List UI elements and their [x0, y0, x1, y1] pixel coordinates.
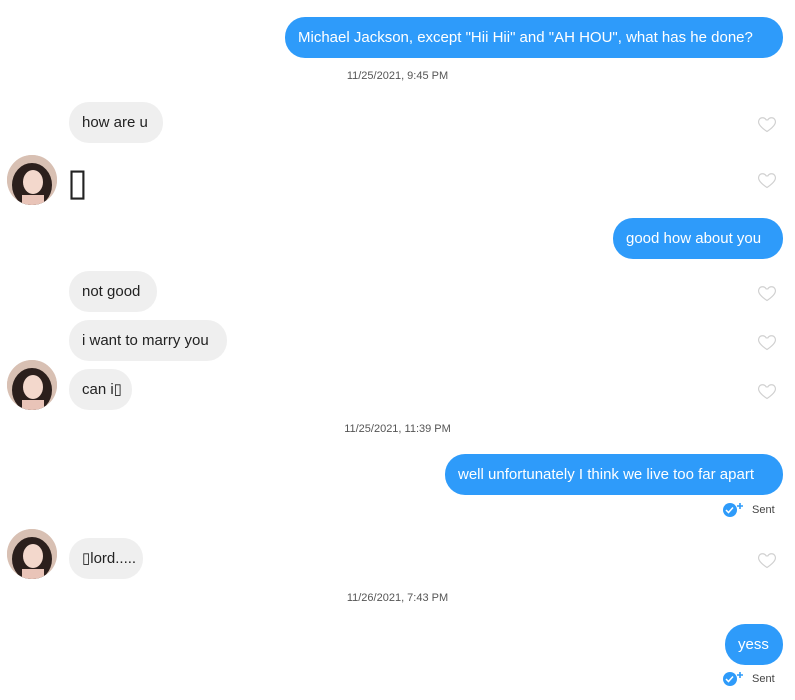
heart-icon[interactable]	[757, 170, 777, 190]
heart-icon[interactable]	[757, 114, 777, 134]
sent-check-icon	[723, 672, 743, 686]
outgoing-message[interactable]: yess	[725, 624, 783, 665]
incoming-message[interactable]: not good	[69, 271, 157, 312]
heart-icon[interactable]	[757, 283, 777, 303]
sent-status: Sent	[722, 671, 775, 687]
heart-icon[interactable]	[757, 332, 777, 352]
timestamp: 11/25/2021, 11:39 PM	[344, 423, 451, 435]
message-text: can i▯	[82, 380, 122, 398]
sent-label: Sent	[752, 673, 775, 685]
message-text: ▯lord.....	[82, 549, 137, 567]
sent-status: Sent	[722, 502, 775, 518]
avatar[interactable]	[7, 155, 57, 205]
avatar[interactable]	[7, 360, 57, 410]
message-text: not good	[82, 282, 141, 300]
outgoing-message[interactable]: well unfortunately I think we live too f…	[445, 454, 783, 495]
message-text: yess	[738, 635, 769, 653]
timestamp: 11/26/2021, 7:43 PM	[346, 592, 449, 604]
message-text: i want to marry you	[82, 331, 209, 349]
heart-icon[interactable]	[757, 381, 777, 401]
emoji-message[interactable]: ▯	[67, 160, 88, 204]
timestamp: 11/25/2021, 9:45 PM	[346, 70, 449, 82]
sent-check-icon	[723, 503, 743, 517]
message-text: Michael Jackson, except "Hii Hii" and "A…	[298, 28, 753, 46]
outgoing-message[interactable]: Michael Jackson, except "Hii Hii" and "A…	[285, 17, 783, 58]
incoming-message[interactable]: i want to marry you	[69, 320, 227, 361]
message-text: well unfortunately I think we live too f…	[458, 465, 754, 483]
incoming-message[interactable]: how are u	[69, 102, 163, 143]
outgoing-message[interactable]: good how about you	[613, 218, 783, 259]
incoming-message[interactable]: can i▯	[69, 369, 132, 410]
heart-icon[interactable]	[757, 550, 777, 570]
avatar[interactable]	[7, 529, 57, 579]
incoming-message[interactable]: ▯lord.....	[69, 538, 143, 579]
message-text: how are u	[82, 113, 148, 131]
sent-label: Sent	[752, 504, 775, 516]
message-text: good how about you	[626, 229, 762, 247]
